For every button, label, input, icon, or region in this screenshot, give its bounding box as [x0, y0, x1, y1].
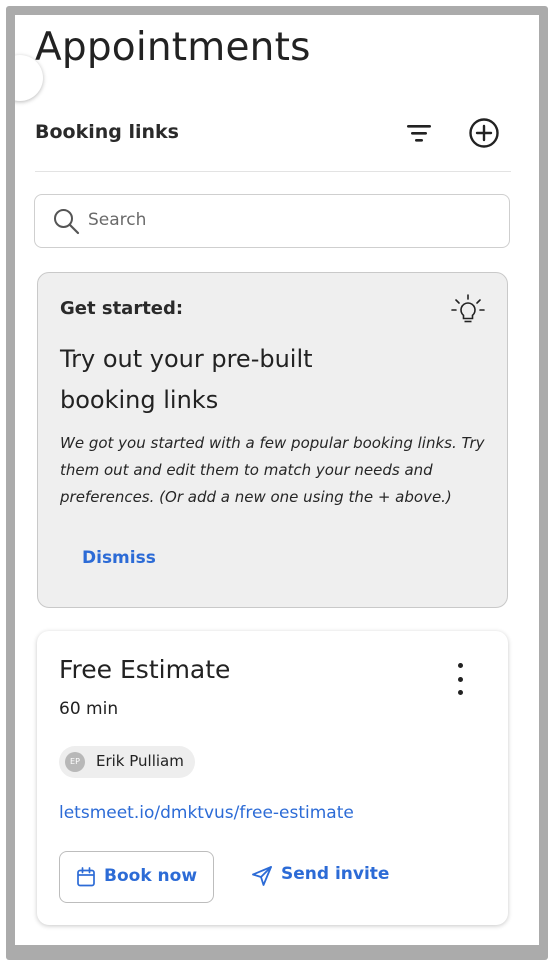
send-invite-label: Send invite: [281, 864, 390, 884]
avatar: EP: [65, 752, 85, 772]
booking-link-duration: 60 min: [59, 699, 119, 719]
booking-link-title: Free Estimate: [59, 655, 231, 684]
book-now-label: Book now: [104, 866, 198, 886]
tip-label: Get started:: [60, 298, 184, 319]
booking-link-url[interactable]: letsmeet.io/dmktvus/free-estimate: [59, 803, 354, 823]
get-started-card: Get started: Try out your pre-built book…: [37, 272, 508, 608]
lightbulb-icon: [450, 293, 486, 333]
owner-name: Erik Pulliam: [96, 752, 184, 770]
booking-links-header: Booking links: [35, 115, 511, 172]
menu-dot: [457, 663, 463, 668]
booking-link-card: Free Estimate 60 min EP Erik Pulliam let…: [37, 631, 508, 925]
appointments-panel: Appointments Booking links Search Get st…: [15, 15, 539, 945]
dismiss-button[interactable]: Dismiss: [82, 548, 156, 568]
more-vertical-icon[interactable]: [447, 663, 473, 695]
filter-icon: [407, 125, 431, 142]
send-icon: [251, 865, 273, 891]
tip-body: We got you started with a few popular bo…: [60, 434, 485, 506]
tip-headline: Try out your pre-built booking links: [60, 345, 313, 414]
search-icon: [52, 207, 80, 239]
page-title: Appointments: [35, 25, 311, 70]
owner-chip: EP Erik Pulliam: [59, 746, 195, 778]
menu-dot: [457, 690, 463, 695]
calendar-icon: [76, 867, 96, 891]
section-title: Booking links: [35, 121, 179, 143]
send-invite-button[interactable]: Send invite: [251, 861, 391, 891]
book-now-button[interactable]: Book now: [59, 851, 214, 903]
menu-dot: [457, 676, 463, 682]
filter-button[interactable]: [401, 115, 437, 151]
search-input[interactable]: [88, 195, 488, 245]
add-booking-link-button[interactable]: [466, 115, 502, 151]
search-box[interactable]: [34, 194, 510, 248]
add-circle-icon: [469, 118, 499, 148]
